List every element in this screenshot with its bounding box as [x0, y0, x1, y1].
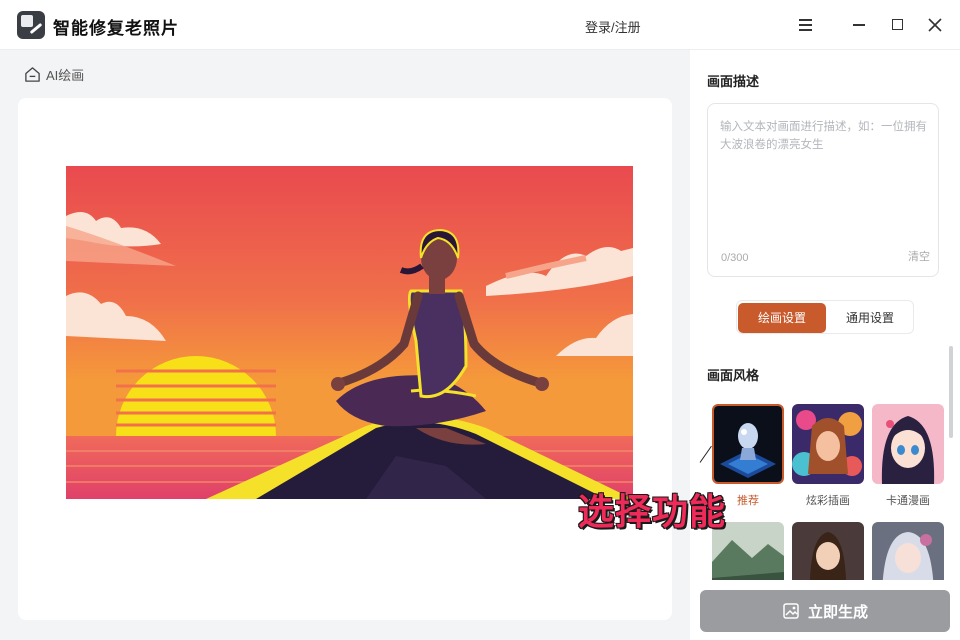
style-thumb-anime-girl	[872, 404, 944, 484]
description-input[interactable]	[720, 118, 928, 238]
style-thumb-silver-hair	[872, 522, 944, 580]
style-item-silver[interactable]	[872, 522, 944, 580]
minimize-icon[interactable]	[848, 14, 870, 36]
style-label: 炫彩插画	[806, 495, 850, 507]
app-logo-icon	[17, 11, 45, 39]
description-title: 画面描述	[707, 74, 760, 89]
tab-general-settings[interactable]: 通用设置	[826, 303, 914, 333]
login-register-link[interactable]: 登录/注册	[585, 17, 641, 36]
generate-button[interactable]: 立即生成	[700, 590, 950, 632]
artwork-image	[66, 166, 633, 499]
home-icon	[25, 66, 40, 82]
settings-panel: 画面描述 0/300 清空 绘画设置 通用设置 画面风格 推荐	[690, 50, 960, 640]
title-bar: 智能修复老照片 登录/注册	[0, 0, 960, 50]
style-thumb-crystal-chess	[712, 404, 784, 484]
style-thumb-fantasy-girl	[792, 522, 864, 580]
maximize-icon[interactable]	[886, 14, 908, 36]
tab-drawing-settings[interactable]: 绘画设置	[738, 303, 826, 333]
style-label: 卡通漫画	[886, 495, 930, 507]
image-generate-icon	[783, 603, 799, 619]
close-icon[interactable]	[924, 14, 946, 36]
panel-scrollbar[interactable]	[949, 346, 953, 438]
menu-icon[interactable]	[795, 14, 817, 36]
annotation-text: 选择功能	[577, 490, 727, 533]
char-count: 0/300	[721, 252, 749, 264]
style-item-cartoon[interactable]: 卡通漫画	[872, 404, 944, 508]
style-grid: 推荐 炫彩插画 卡通漫画	[712, 404, 946, 580]
app-title: 智能修复老照片	[53, 19, 179, 38]
style-thumb-colorful-portrait	[792, 404, 864, 484]
clear-button[interactable]: 清空	[908, 248, 930, 264]
breadcrumb-label: AI绘画	[46, 67, 85, 83]
generate-label: 立即生成	[807, 603, 868, 621]
description-box: 0/300 清空	[707, 103, 939, 277]
style-item-colorful[interactable]: 炫彩插画	[792, 404, 864, 508]
style-title: 画面风格	[707, 368, 760, 383]
canvas-card	[18, 98, 672, 620]
style-item-fantasy[interactable]	[792, 522, 864, 580]
settings-tabs: 绘画设置 通用设置	[736, 300, 914, 334]
breadcrumb[interactable]: AI绘画	[24, 64, 84, 84]
